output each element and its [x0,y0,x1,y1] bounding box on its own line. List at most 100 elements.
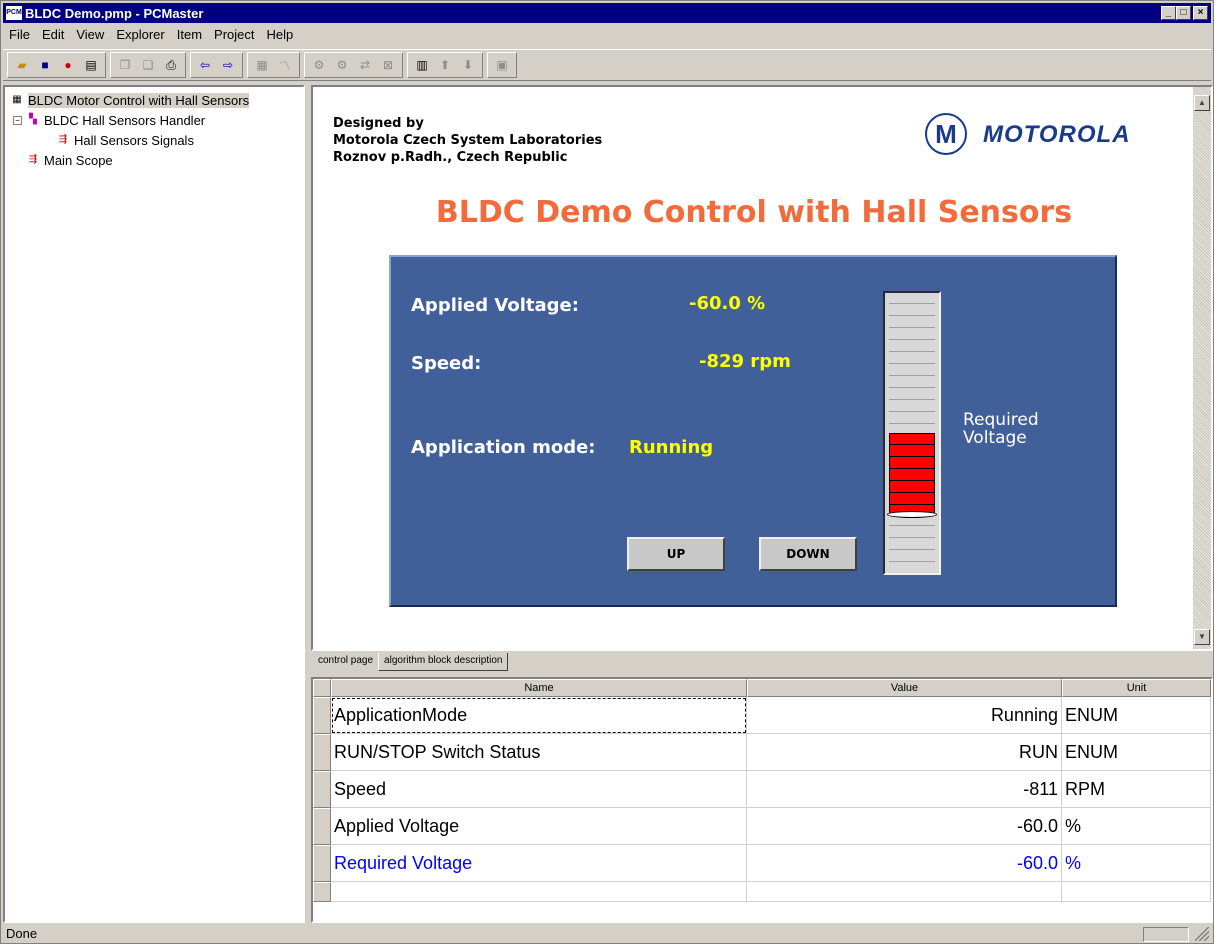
title-bar[interactable]: PCM BLDC Demo.pmp - PCMaster _ □ × [3,3,1211,23]
vertical-scrollbar[interactable]: ▲ ▼ [1193,87,1211,649]
menu-help[interactable]: Help [261,27,300,42]
gauge-tick [889,327,935,328]
row-selector[interactable] [313,808,331,845]
row-selector[interactable] [313,771,331,808]
cell-unit[interactable]: RPM [1062,771,1211,808]
designed-by-block: Designed by Motorola Czech System Labora… [333,115,602,166]
cell-value[interactable]: -60.0 [747,845,1062,882]
row-selector[interactable] [313,845,331,882]
menu-item[interactable]: Item [171,27,208,42]
designed-line: Roznov p.Radh., Czech Republic [333,150,568,165]
gauge-tick [889,303,935,304]
toolbar-group-nav: ⇦ ⇨ [190,52,243,78]
item-edit-icon[interactable]: ⚙ [331,55,353,75]
required-voltage-slider[interactable] [883,291,941,575]
column-header-unit[interactable]: Unit [1062,679,1211,697]
tab-control-page[interactable]: control page [313,651,379,671]
cell-name[interactable]: RUN/STOP Switch Status [331,734,747,771]
options-icon[interactable]: ▣ [491,55,513,75]
project-icon: ▦ [12,94,22,105]
cell-value[interactable]: -60.0 [747,808,1062,845]
page-tabs: control page algorithm block description [313,651,509,671]
menu-explorer[interactable]: Explorer [110,27,170,42]
gauge-tick [889,315,935,316]
table-row[interactable]: RUN/STOP Switch Status RUN ENUM [313,734,1211,771]
scroll-down-icon[interactable]: ▼ [1194,629,1210,645]
grid-icon[interactable]: ▥ [411,55,433,75]
move-up-icon[interactable]: ⬆ [434,55,456,75]
status-panel [1143,927,1189,942]
tree-item-label: BLDC Motor Control with Hall Sensors [28,92,250,108]
watch-icon[interactable]: ▦ [251,55,273,75]
resize-grip-icon[interactable] [1195,927,1209,941]
maximize-button[interactable]: □ [1176,6,1191,20]
close-button[interactable]: × [1193,6,1208,20]
cell-value[interactable]: RUN [747,734,1062,771]
gauge-tick [889,387,935,388]
tree-item-root[interactable]: ▦ BLDC Motor Control with Hall Sensors [9,90,299,110]
cell-unit[interactable]: ENUM [1062,697,1211,734]
toolbar-group-edit: ❐ ❏ ⎙ [110,52,186,78]
open-icon[interactable]: ▰ [11,55,33,75]
gauge-fill [889,433,935,515]
cell-name[interactable]: Applied Voltage [331,808,747,845]
table-row[interactable]: ApplicationMode Running ENUM [313,697,1211,734]
table-row[interactable]: Speed -811 RPM [313,771,1211,808]
stop-icon[interactable]: ● [57,55,79,75]
forward-arrow-icon[interactable]: ⇨ [217,55,239,75]
item-move-icon[interactable]: ⇄ [354,55,376,75]
row-selector[interactable] [313,734,331,771]
project-tree: ▦ BLDC Motor Control with Hall Sensors −… [3,85,305,923]
up-button[interactable]: UP [627,537,725,571]
applied-voltage-label: Applied Voltage: [411,295,579,316]
item-new-icon[interactable]: ⚙ [308,55,330,75]
gauge-tick [889,411,935,412]
tree-item-signals[interactable]: ⇶ Hall Sensors Signals [9,130,299,150]
tree-item-handler[interactable]: − ▚ BLDC Hall Sensors Handler [9,110,299,130]
gauge-tick [889,537,935,538]
print-icon[interactable]: ⎙ [160,55,182,75]
cell-name[interactable]: Speed [331,771,747,808]
copy-icon[interactable]: ❐ [114,55,136,75]
move-down-icon[interactable]: ⬇ [457,55,479,75]
table-row[interactable]: Applied Voltage -60.0 % [313,808,1211,845]
cell-value[interactable]: -811 [747,771,1062,808]
algorithm-block-icon: ▚ [29,114,37,125]
menu-edit[interactable]: Edit [36,27,70,42]
column-header-value[interactable]: Value [747,679,1062,697]
scope-icon[interactable]: 〽 [274,55,296,75]
scroll-up-icon[interactable]: ▲ [1194,95,1210,111]
tree-item-scope[interactable]: ⇶ Main Scope [9,150,299,170]
paste-icon[interactable]: ❏ [137,55,159,75]
row-selector[interactable] [313,697,331,734]
toolbar-group-order: ▥ ⬆ ⬇ [407,52,483,78]
variable-watch-grid: Name Value Unit ApplicationMode Running … [311,677,1213,923]
properties-icon[interactable]: ▤ [80,55,102,75]
down-button[interactable]: DOWN [759,537,857,571]
menu-file[interactable]: File [3,27,36,42]
column-header-name[interactable]: Name [331,679,747,697]
menu-project[interactable]: Project [208,27,260,42]
tab-algorithm-description[interactable]: algorithm block description [378,653,509,671]
item-delete-icon[interactable]: ⊠ [377,55,399,75]
status-bar: Done [3,925,1211,943]
save-icon[interactable]: ■ [34,55,56,75]
minimize-button[interactable]: _ [1161,6,1176,20]
cell-name[interactable]: ApplicationMode [331,697,747,734]
table-row[interactable]: Required Voltage -60.0 % [313,845,1211,882]
cell-empty [1062,882,1211,902]
cell-unit[interactable]: % [1062,808,1211,845]
cell-unit[interactable]: % [1062,845,1211,882]
cell-value[interactable]: Running [747,697,1062,734]
collapse-icon[interactable]: − [13,115,22,125]
toolbar: ▰ ■ ● ▤ ❐ ❏ ⎙ ⇦ ⇨ ▦ 〽 ⚙ ⚙ ⇄ ⊠ ▥ ⬆ ⬇ ▣ [3,49,1211,81]
slider-thumb[interactable] [887,511,937,518]
toolbar-group-misc: ▣ [487,52,517,78]
cell-name[interactable]: Required Voltage [331,845,747,882]
menu-view[interactable]: View [70,27,110,42]
back-arrow-icon[interactable]: ⇦ [194,55,216,75]
tree-item-label: Main Scope [44,152,113,168]
cell-unit[interactable]: ENUM [1062,734,1211,771]
gauge-tick [889,561,935,562]
toolbar-group-items: ⚙ ⚙ ⇄ ⊠ [304,52,403,78]
